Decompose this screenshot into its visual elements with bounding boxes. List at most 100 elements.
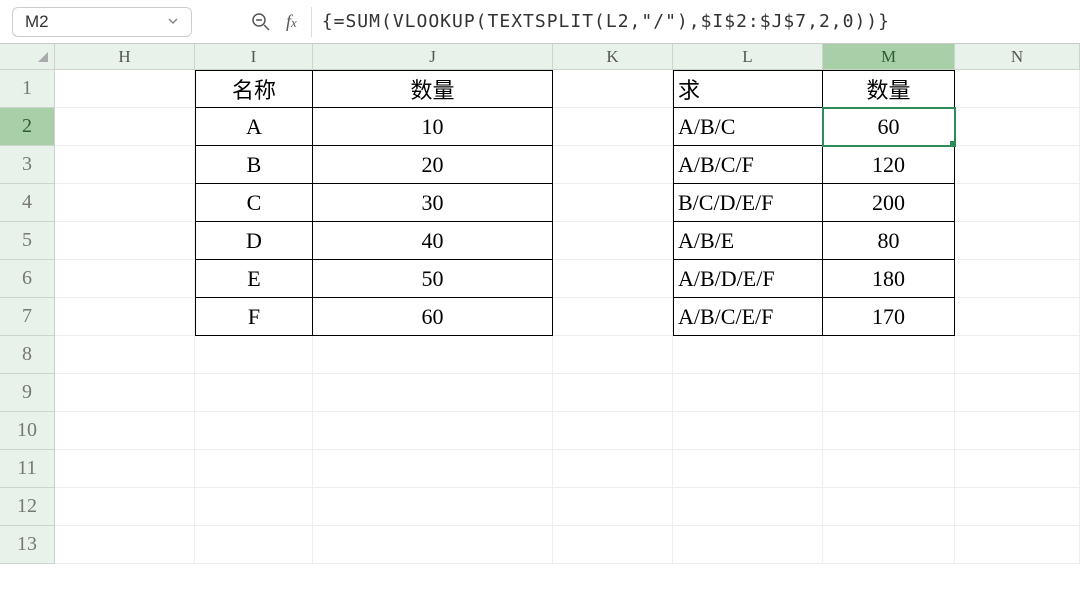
- cell[interactable]: [673, 488, 823, 526]
- cell[interactable]: 170: [823, 298, 955, 336]
- zoom-out-icon[interactable]: [250, 11, 272, 33]
- cell[interactable]: [553, 526, 673, 564]
- cell[interactable]: [823, 526, 955, 564]
- cell[interactable]: [195, 526, 313, 564]
- row-header-4[interactable]: 4: [0, 184, 55, 222]
- cell[interactable]: [955, 146, 1080, 184]
- row-header-6[interactable]: 6: [0, 260, 55, 298]
- cell[interactable]: [195, 374, 313, 412]
- cell[interactable]: 20: [313, 146, 553, 184]
- row-header-9[interactable]: 9: [0, 374, 55, 412]
- col-header-N[interactable]: N: [955, 44, 1080, 70]
- cell[interactable]: [553, 336, 673, 374]
- cell[interactable]: [195, 412, 313, 450]
- cell[interactable]: [553, 146, 673, 184]
- cell[interactable]: [673, 450, 823, 488]
- cell[interactable]: 80: [823, 222, 955, 260]
- row-header-5[interactable]: 5: [0, 222, 55, 260]
- col-header-H[interactable]: H: [55, 44, 195, 70]
- cell[interactable]: [955, 488, 1080, 526]
- cell[interactable]: [955, 70, 1080, 108]
- row-header-8[interactable]: 8: [0, 336, 55, 374]
- cell[interactable]: [313, 526, 553, 564]
- cell[interactable]: [553, 108, 673, 146]
- cell[interactable]: A: [195, 108, 313, 146]
- cell[interactable]: B: [195, 146, 313, 184]
- cell[interactable]: [955, 450, 1080, 488]
- cell[interactable]: [955, 336, 1080, 374]
- cell[interactable]: 名称: [195, 70, 313, 108]
- cell[interactable]: [955, 222, 1080, 260]
- cell[interactable]: 10: [313, 108, 553, 146]
- cell[interactable]: [955, 260, 1080, 298]
- cell[interactable]: [673, 336, 823, 374]
- cell[interactable]: F: [195, 298, 313, 336]
- cell[interactable]: [313, 412, 553, 450]
- cell[interactable]: [195, 336, 313, 374]
- cell[interactable]: [195, 488, 313, 526]
- row-header-13[interactable]: 13: [0, 526, 55, 564]
- cell[interactable]: [55, 108, 195, 146]
- cell[interactable]: [313, 488, 553, 526]
- cell[interactable]: 60: [313, 298, 553, 336]
- row-header-2[interactable]: 2: [0, 108, 55, 146]
- cell[interactable]: [55, 146, 195, 184]
- col-header-K[interactable]: K: [553, 44, 673, 70]
- cell[interactable]: [823, 374, 955, 412]
- name-box[interactable]: M2: [12, 7, 192, 37]
- cell[interactable]: [55, 374, 195, 412]
- cell[interactable]: [673, 526, 823, 564]
- cell[interactable]: [55, 260, 195, 298]
- cell[interactable]: [553, 222, 673, 260]
- cell[interactable]: [955, 412, 1080, 450]
- cell[interactable]: [553, 184, 673, 222]
- cell[interactable]: 50: [313, 260, 553, 298]
- cell[interactable]: E: [195, 260, 313, 298]
- select-all-corner[interactable]: [0, 44, 55, 70]
- cell[interactable]: [55, 222, 195, 260]
- row-header-7[interactable]: 7: [0, 298, 55, 336]
- cell[interactable]: [553, 298, 673, 336]
- cell[interactable]: 40: [313, 222, 553, 260]
- cell[interactable]: [673, 412, 823, 450]
- cell[interactable]: B/C/D/E/F: [673, 184, 823, 222]
- col-header-J[interactable]: J: [313, 44, 553, 70]
- cell[interactable]: 180: [823, 260, 955, 298]
- cell[interactable]: [553, 412, 673, 450]
- row-header-12[interactable]: 12: [0, 488, 55, 526]
- col-header-I[interactable]: I: [195, 44, 313, 70]
- fx-label[interactable]: fx: [286, 11, 297, 32]
- cell[interactable]: [955, 374, 1080, 412]
- cell[interactable]: [553, 70, 673, 108]
- cell[interactable]: [313, 336, 553, 374]
- cell[interactable]: [823, 450, 955, 488]
- cell[interactable]: [313, 450, 553, 488]
- cell[interactable]: [55, 298, 195, 336]
- cell[interactable]: [55, 526, 195, 564]
- cell[interactable]: [955, 108, 1080, 146]
- cell[interactable]: [313, 374, 553, 412]
- cell[interactable]: 数量: [313, 70, 553, 108]
- cell[interactable]: [55, 70, 195, 108]
- cell[interactable]: A/B/C: [673, 108, 823, 146]
- cell[interactable]: [823, 336, 955, 374]
- cell[interactable]: [55, 450, 195, 488]
- cell[interactable]: [823, 488, 955, 526]
- cell[interactable]: 120: [823, 146, 955, 184]
- cell[interactable]: A/B/C/E/F: [673, 298, 823, 336]
- cell[interactable]: [553, 374, 673, 412]
- cell[interactable]: [55, 412, 195, 450]
- cell[interactable]: 求: [673, 70, 823, 108]
- cell[interactable]: [55, 184, 195, 222]
- cell[interactable]: [955, 526, 1080, 564]
- cell[interactable]: 30: [313, 184, 553, 222]
- cell[interactable]: 200: [823, 184, 955, 222]
- cell[interactable]: [55, 336, 195, 374]
- cell[interactable]: [823, 412, 955, 450]
- cell[interactable]: A/B/D/E/F: [673, 260, 823, 298]
- row-header-3[interactable]: 3: [0, 146, 55, 184]
- cell[interactable]: A/B/C/F: [673, 146, 823, 184]
- cell[interactable]: [553, 450, 673, 488]
- selected-cell[interactable]: 60: [823, 108, 955, 146]
- cell[interactable]: [553, 488, 673, 526]
